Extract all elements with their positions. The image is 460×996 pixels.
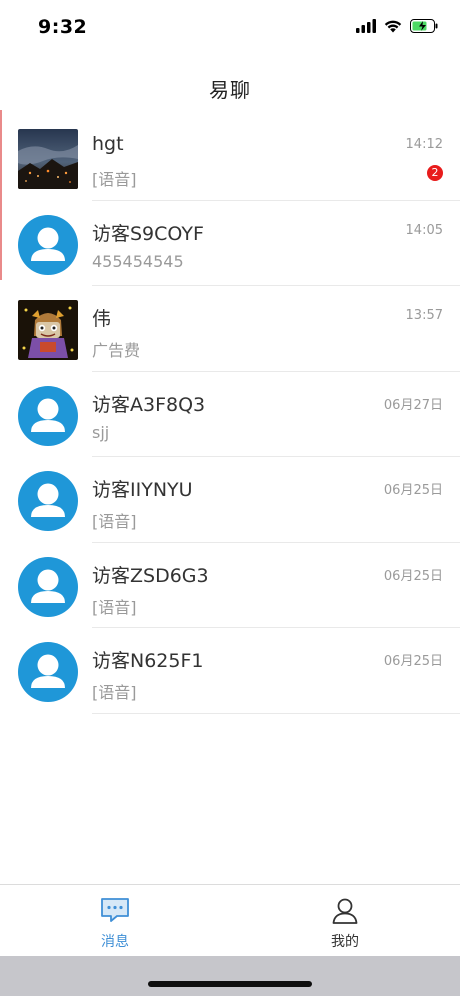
unread-badge: 2 xyxy=(427,165,443,181)
avatar xyxy=(18,300,78,360)
message-preview: sjj xyxy=(92,422,110,442)
tab-mine[interactable]: 我的 xyxy=(230,885,460,957)
tab-label: 我的 xyxy=(331,934,359,950)
page-title: 易聊 xyxy=(209,77,251,102)
status-bar: 9:32 xyxy=(0,0,460,56)
wifi-icon xyxy=(384,20,402,33)
contact-name: 伟 xyxy=(92,308,112,330)
message-time: 06月25日 xyxy=(383,568,443,584)
tab-messages[interactable]: 消息 xyxy=(0,885,230,957)
message-preview: 广告费 xyxy=(92,341,141,360)
tab-bar: 消息 我的 xyxy=(0,884,460,956)
conversation-item[interactable]: 访客A3F8Q3 sjj 06月27日 xyxy=(0,372,460,457)
user-profile-icon xyxy=(332,898,358,924)
message-preview: [语音] xyxy=(92,512,137,531)
conversation-item[interactable]: hgt [语音] 14:12 2 xyxy=(0,115,460,201)
contact-name: 访客IIYNYU xyxy=(92,479,193,501)
nav-bar: 易聊 xyxy=(0,60,460,116)
conversation-item[interactable]: 伟 广告费 13:57 xyxy=(0,286,460,372)
contact-name: 访客A3F8Q3 xyxy=(92,393,206,416)
status-time: 9:32 xyxy=(38,16,88,38)
message-time: 14:05 xyxy=(405,222,443,238)
default-user-avatar-icon xyxy=(18,471,78,531)
message-time: 14:12 xyxy=(405,137,443,152)
chat-bubble-icon xyxy=(101,898,129,922)
cellular-signal-icon xyxy=(356,19,376,33)
default-user-avatar-icon xyxy=(18,385,78,446)
message-preview: 455454545 xyxy=(92,251,184,271)
avatar xyxy=(18,129,78,189)
message-time: 06月25日 xyxy=(383,483,443,498)
message-time: 06月25日 xyxy=(383,654,443,669)
message-time: 06月27日 xyxy=(383,397,443,413)
conversation-list: hgt [语音] 14:12 2 访客S9COYF 455454545 14:0… xyxy=(0,115,460,714)
default-user-avatar-icon xyxy=(18,642,78,702)
conversation-item[interactable]: 访客N625F1 [语音] 06月25日 xyxy=(0,628,460,714)
home-indicator-area xyxy=(0,956,460,996)
message-preview: [语音] xyxy=(92,597,137,617)
message-preview: [语音] xyxy=(92,170,137,189)
conversation-item[interactable]: 访客IIYNYU [语音] 06月25日 xyxy=(0,457,460,543)
contact-name: hgt xyxy=(92,133,124,155)
default-user-avatar-icon xyxy=(18,214,78,275)
contact-name: 访客S9COYF xyxy=(92,222,204,245)
conversation-item[interactable]: 访客ZSD6G3 [语音] 06月25日 xyxy=(0,543,460,628)
contact-name: 访客N625F1 xyxy=(92,650,204,672)
divider xyxy=(92,712,460,714)
default-user-avatar-icon xyxy=(18,556,78,617)
conversation-item[interactable]: 访客S9COYF 455454545 14:05 xyxy=(0,201,460,286)
status-icons xyxy=(356,19,438,33)
contact-name: 访客ZSD6G3 xyxy=(92,564,209,587)
message-preview: [语音] xyxy=(92,683,137,702)
home-indicator[interactable] xyxy=(148,981,312,987)
night-sky-photo xyxy=(18,129,78,189)
message-time: 13:57 xyxy=(405,308,443,323)
cartoon-character-photo xyxy=(18,300,78,360)
tab-label: 消息 xyxy=(101,934,129,950)
battery-charging-icon xyxy=(410,19,438,33)
